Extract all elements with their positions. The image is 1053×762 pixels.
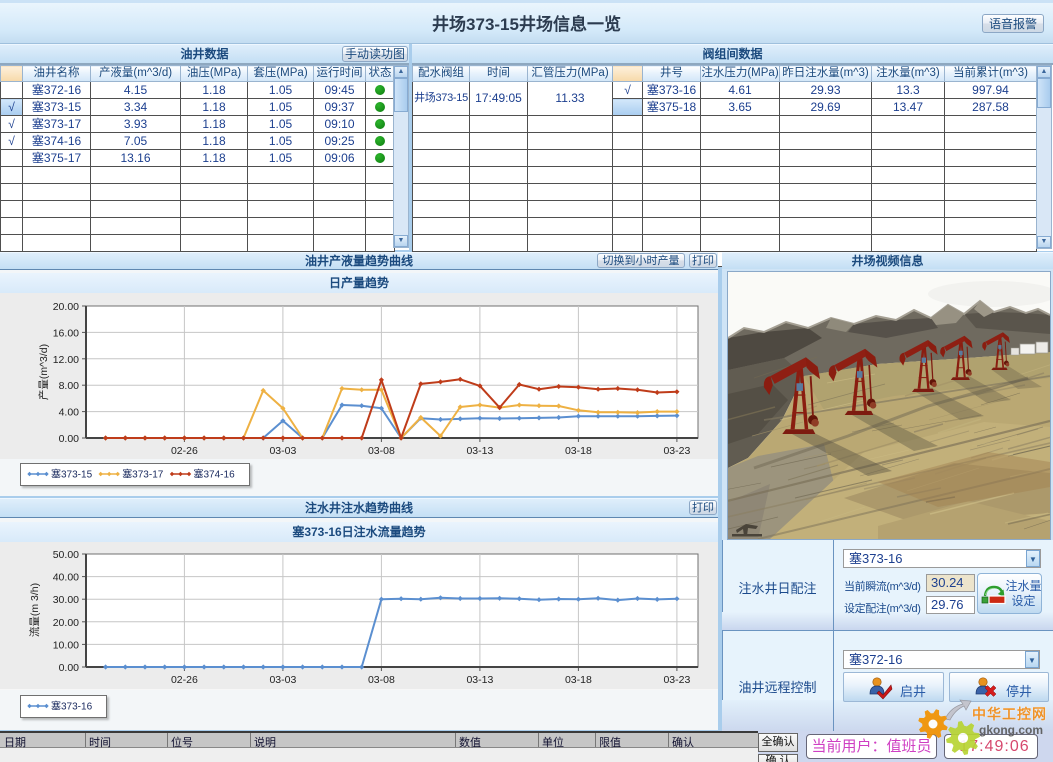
- svg-text:塞373-15: 塞373-15: [51, 468, 93, 481]
- svg-text:03-18: 03-18: [565, 674, 592, 686]
- svg-text:流量(m 3/h): 流量(m 3/h): [28, 583, 41, 637]
- svg-text:03-23: 03-23: [663, 674, 690, 686]
- svg-text:8.00: 8.00: [59, 380, 80, 392]
- svg-text:20.00: 20.00: [53, 617, 79, 629]
- svg-text:0.00: 0.00: [59, 433, 80, 445]
- svg-text:16.00: 16.00: [53, 327, 79, 339]
- svg-text:40.00: 40.00: [53, 572, 79, 584]
- svg-text:02-26: 02-26: [171, 674, 198, 686]
- svg-text:gkong.com: gkong.com: [979, 723, 1043, 737]
- svg-text:4.00: 4.00: [59, 407, 80, 419]
- svg-text:12.00: 12.00: [53, 354, 79, 366]
- svg-text:20.00: 20.00: [53, 301, 79, 313]
- svg-text:03-08: 03-08: [368, 674, 395, 686]
- svg-text:塞374-16: 塞374-16: [194, 468, 236, 481]
- svg-text:产量(m^3/d): 产量(m^3/d): [37, 344, 50, 400]
- svg-text:03-18: 03-18: [565, 445, 592, 457]
- svg-text:中华工控网: 中华工控网: [972, 706, 1047, 722]
- svg-text:03-23: 03-23: [663, 445, 690, 457]
- svg-text:03-08: 03-08: [368, 445, 395, 457]
- svg-text:03-03: 03-03: [269, 445, 296, 457]
- svg-text:03-13: 03-13: [466, 445, 493, 457]
- svg-text:塞373-16: 塞373-16: [51, 700, 93, 713]
- svg-text:03-13: 03-13: [466, 674, 493, 686]
- svg-text:30.00: 30.00: [53, 594, 79, 606]
- svg-text:03-03: 03-03: [269, 674, 296, 686]
- svg-text:02-26: 02-26: [171, 445, 198, 457]
- svg-text:50.00: 50.00: [53, 549, 79, 561]
- svg-text:0.00: 0.00: [59, 662, 80, 674]
- svg-text:塞373-17: 塞373-17: [122, 468, 164, 481]
- svg-text:10.00: 10.00: [53, 639, 79, 651]
